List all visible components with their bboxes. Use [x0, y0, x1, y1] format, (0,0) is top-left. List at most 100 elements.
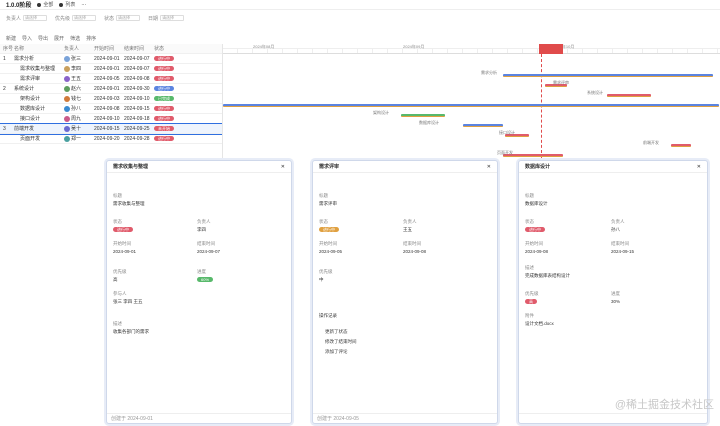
panel-field: 标题 数据库设计	[525, 193, 548, 207]
filter-input[interactable]: 请选择	[23, 15, 48, 21]
field-value[interactable]: 进行中	[525, 227, 545, 232]
row-owner: 周九	[64, 115, 94, 122]
table-row[interactable]: 3 前端开发 吴十 2024-09-15 2024-09-25 未开始	[0, 123, 223, 135]
toolbar-button-0[interactable]: 新建	[6, 35, 16, 42]
grid-header-cell: 状态	[154, 46, 165, 52]
table-row[interactable]: 2 系统设计 赵六 2024-09-01 2024-09-30 进行中	[0, 84, 222, 94]
activity-item: 修改了结束时间	[325, 339, 357, 344]
owner-name: 孙八	[71, 106, 82, 112]
field-value[interactable]: 2024-09-08	[403, 249, 426, 254]
row-name: 数据库设计	[20, 106, 46, 112]
row-status: 进行中	[154, 115, 184, 122]
close-icon[interactable]: ✕	[487, 164, 491, 170]
field-value[interactable]: 李四	[197, 227, 211, 233]
field-label: 标题	[319, 193, 328, 198]
filter-input[interactable]: 请选择	[116, 15, 141, 21]
row-end: 2024-09-25	[124, 125, 150, 132]
view-chip-list[interactable]: 列表	[59, 1, 75, 8]
toolbar-button-1[interactable]: 导入	[22, 35, 32, 42]
row-status: 进行中	[154, 65, 184, 72]
field-value[interactable]: 2024-09-08	[525, 249, 548, 254]
view-chip-all[interactable]: 全部	[37, 1, 53, 8]
toolbar-button-3[interactable]: 展开	[54, 35, 64, 42]
row-start: 2024-09-01	[94, 65, 120, 72]
gantt-bar[interactable]	[503, 74, 713, 77]
filter-input[interactable]: 请选择	[72, 15, 97, 21]
filter-label: 负责人	[6, 15, 22, 22]
field-label: 状态	[113, 219, 122, 224]
row-status: 进行中	[154, 105, 184, 112]
table-row[interactable]: 页面开发 郑一 2024-09-20 2024-09-28 进行中	[0, 134, 222, 144]
field-label: 结束时间	[611, 241, 629, 246]
panel-field: 状态 进行中	[525, 219, 545, 232]
top-bar: 1.0.0阶段 全部 列表 ⋯	[0, 0, 720, 10]
table-row[interactable]: 1 需求分析 张三 2024-09-01 2024-09-07 进行中	[0, 54, 222, 64]
toolbar-button-2[interactable]: 导出	[38, 35, 48, 42]
panel-title: 需求收集与整理	[113, 164, 149, 170]
field-label: 参与人	[113, 291, 127, 296]
toolbar-button-5[interactable]: 排序	[86, 35, 96, 42]
row-status: 进行中	[154, 85, 184, 92]
field-value[interactable]: 2024-09-07	[197, 249, 220, 254]
panel-field: 优先级高	[113, 269, 127, 283]
table-row[interactable]: 接口设计 周九 2024-09-10 2024-09-18 进行中	[0, 114, 222, 124]
row-number: 1	[3, 55, 6, 62]
gantt-bar[interactable]	[401, 114, 445, 117]
row-start: 2024-09-15	[94, 125, 120, 132]
field-value[interactable]: 2024-09-15	[611, 249, 634, 254]
table-row[interactable]: 数据库设计 孙八 2024-09-08 2024-09-15 进行中	[0, 104, 222, 114]
panel-field: 描述完成数据库表结构设计	[525, 265, 570, 279]
field-value[interactable]: 2024-09-05	[319, 249, 342, 254]
more-icon[interactable]: ⋯	[81, 2, 86, 8]
row-start: 2024-09-01	[94, 55, 120, 62]
field-value[interactable]: 收集各部门的需求	[113, 329, 149, 335]
row-start: 2024-09-05	[94, 75, 120, 82]
field-value[interactable]: 需求评审	[319, 201, 337, 207]
row-number: 3	[3, 125, 6, 132]
field-label: 状态	[319, 219, 328, 224]
panel-field: 负责人 李四	[197, 219, 211, 233]
toolbar-button-4[interactable]: 筛选	[70, 35, 80, 42]
table-row[interactable]: 需求评审 王五 2024-09-05 2024-09-08 进行中	[0, 74, 222, 84]
gantt-day-header	[223, 49, 720, 54]
field-value[interactable]: 数据库设计	[525, 201, 548, 207]
field-value[interactable]: 完成数据库表结构设计	[525, 273, 570, 279]
filter-bar: 负责人 请选择 优先级 请选择 状态 请选择 日期 请选择	[0, 12, 720, 24]
field-label: 开始时间	[525, 241, 543, 246]
gantt-bar[interactable]	[223, 104, 719, 107]
close-icon[interactable]: ✕	[697, 164, 701, 170]
detail-panel-3: 数据库设计 ✕ 标题 数据库设计 状态 进行中 负责人 孙八 开始时间 2024-09-08 结束…	[518, 160, 708, 424]
field-value[interactable]: 30%	[611, 299, 620, 304]
field-value[interactable]: 2024-09-01	[113, 249, 136, 254]
field-value[interactable]: 需求收集与整理	[113, 201, 145, 207]
row-name: 接口设计	[20, 116, 41, 122]
filter-input[interactable]: 请选择	[160, 15, 185, 21]
row-name: 需求分析	[14, 56, 35, 62]
field-value[interactable]: 王五	[403, 227, 417, 233]
field-value[interactable]: 孙八	[611, 227, 625, 233]
table-row[interactable]: 架构设计 钱七 2024-09-03 2024-09-10 已完成	[0, 94, 222, 104]
field-value[interactable]: 高	[525, 299, 537, 304]
gantt-bar[interactable]	[607, 94, 651, 97]
gantt-bar-label: 架构设计	[373, 110, 389, 115]
field-value[interactable]: 高	[113, 277, 127, 283]
field-label: 描述	[113, 321, 122, 326]
field-value[interactable]: 60%	[197, 277, 214, 282]
avatar	[64, 125, 70, 132]
field-value[interactable]: 张三 李四 王五	[113, 299, 143, 305]
row-end: 2024-09-30	[124, 85, 150, 92]
gantt-bar[interactable]	[671, 144, 691, 147]
field-value[interactable]: 进行中	[113, 227, 133, 232]
close-icon[interactable]: ✕	[281, 164, 285, 170]
field-value[interactable]: 进行中	[319, 227, 339, 232]
gantt-bar[interactable]	[463, 124, 503, 127]
today-marker	[539, 44, 563, 54]
row-owner: 郑一	[64, 135, 94, 142]
gantt-bar-label: 需求评审	[553, 80, 569, 85]
owner-name: 吴十	[71, 126, 82, 132]
field-label: 描述	[525, 265, 534, 270]
field-value[interactable]: 设计文档.docx	[525, 321, 554, 327]
table-row[interactable]: 需求收集与整理 李四 2024-09-01 2024-09-07 进行中	[0, 64, 222, 74]
field-value[interactable]: 中	[319, 277, 333, 283]
field-label: 开始时间	[113, 241, 131, 246]
